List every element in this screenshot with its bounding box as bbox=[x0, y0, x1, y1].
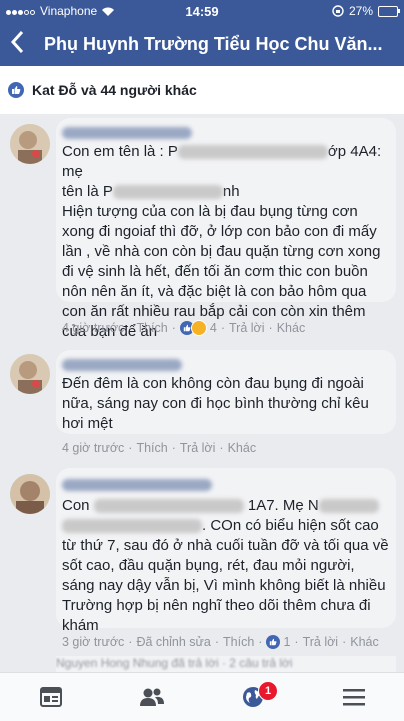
battery-icon bbox=[378, 5, 400, 17]
comment-line: sáng nay dậy vẫn bị, Vì mình không biết … bbox=[62, 577, 386, 594]
reply-preview[interactable]: Nguyen Hong Nhung đã trả lời · 2 câu trả… bbox=[56, 656, 396, 672]
menu-icon bbox=[342, 689, 365, 706]
comment-text: Đến đêm là con không còn đau bụng đi ngo… bbox=[62, 374, 392, 434]
comment-line: Đến đêm là con không còn đau bụng đi ngo… bbox=[62, 375, 364, 392]
chevron-left-icon bbox=[10, 30, 24, 54]
redacted-name bbox=[62, 127, 192, 140]
more-link[interactable]: Khác bbox=[228, 441, 257, 455]
tab-menu[interactable] bbox=[303, 673, 404, 721]
sad-reaction-icon[interactable] bbox=[190, 320, 207, 336]
comment-line: nôn nên ăn ít, và đặc biệt là con bảo hô… bbox=[62, 283, 367, 300]
redacted-name bbox=[62, 359, 182, 372]
comment-line: Hiện tượng của con là bị đau bụng từng c… bbox=[62, 203, 358, 220]
comment-actions: 4 giờ trước · Thích · 4 · Trả lời · Khác bbox=[62, 320, 306, 336]
tab-news-feed[interactable] bbox=[0, 673, 101, 721]
commenter-name[interactable] bbox=[62, 356, 182, 372]
comment-line: . COn có biểu hiện sốt cao bbox=[62, 516, 392, 536]
comment-line: con ăn rất nhiều rau bắp cải con còn xin… bbox=[62, 303, 366, 320]
back-button[interactable] bbox=[10, 30, 24, 58]
comment-line: đi vệ sinh là hết, đến tối ăn cơm thic c… bbox=[62, 263, 368, 280]
reply-link[interactable]: Trả lời bbox=[303, 635, 339, 649]
comment-item: Con 1A7. Mẹ N . COn có biểu hiện sốt cao… bbox=[0, 468, 404, 672]
comment-line: tên là Pnh bbox=[62, 183, 240, 200]
redacted-name bbox=[62, 479, 212, 492]
bottom-tab-bar: 1 bbox=[0, 672, 404, 721]
comment-line: nữa, sáng nay con đi học bình thường chỉ… bbox=[62, 395, 369, 412]
notification-badge: 1 bbox=[258, 681, 278, 701]
more-link[interactable]: Khác bbox=[350, 635, 379, 649]
comment-actions: 3 giờ trước · Đã chỉnh sửa · Thích · 1 ·… bbox=[62, 635, 379, 649]
friends-icon bbox=[139, 688, 164, 706]
commenter-name[interactable] bbox=[62, 476, 212, 492]
like-link[interactable]: Thích bbox=[136, 441, 167, 455]
comment-line: hơi mệt bbox=[62, 415, 113, 432]
comment-line: Con em tên là : Pớp 4A4: mẹ bbox=[62, 143, 382, 180]
comment-line: lần , về nhà con còn bị đau quặn từng cơ… bbox=[62, 243, 381, 260]
comment-item: Đến đêm là con không còn đau bụng đi ngo… bbox=[0, 350, 404, 460]
orientation-lock-icon bbox=[332, 5, 344, 17]
timestamp: 4 giờ trước bbox=[62, 441, 125, 455]
edited-label[interactable]: Đã chỉnh sửa bbox=[136, 635, 210, 649]
status-right: 27% bbox=[332, 4, 400, 18]
comment-text: Con em tên là : Pớp 4A4: mẹ tên là Pnh H… bbox=[62, 142, 392, 342]
likes-summary-text: Kat Đỗ và 44 người khác bbox=[32, 82, 197, 98]
page-title[interactable]: Phụ Huynh Trường Tiểu Học Chu Văn... bbox=[44, 34, 394, 55]
reply-link[interactable]: Trả lời bbox=[229, 321, 265, 335]
tab-friends[interactable] bbox=[101, 673, 202, 721]
reaction-count[interactable]: 4 bbox=[210, 321, 217, 335]
timestamp: 4 giờ trước bbox=[62, 321, 125, 335]
comment-item: Con em tên là : Pớp 4A4: mẹ tên là Pnh H… bbox=[0, 114, 404, 342]
avatar[interactable] bbox=[10, 124, 50, 164]
comment-line: khám bbox=[62, 617, 99, 634]
comment-line: Con 1A7. Mẹ N bbox=[62, 496, 392, 516]
comment-text: Con 1A7. Mẹ N . COn có biểu hiện sốt cao… bbox=[62, 496, 392, 636]
like-icon bbox=[8, 82, 24, 98]
comment-line: sốt cao, đầu quặn bụng, rét, đau mỏi ngư… bbox=[62, 557, 355, 574]
like-link[interactable]: Thích bbox=[136, 321, 167, 335]
comment-line: Trường hợp bị nên nghĩ theo dõi thêm chư… bbox=[62, 597, 371, 614]
commenter-name[interactable] bbox=[62, 124, 192, 140]
news-feed-icon bbox=[39, 687, 62, 707]
comment-line: xong đi ngoiaf thì đỡ, ở lớp con bảo con… bbox=[62, 223, 377, 240]
reply-link[interactable]: Trả lời bbox=[180, 441, 216, 455]
comments-list: Con em tên là : Pớp 4A4: mẹ tên là Pnh H… bbox=[0, 114, 404, 672]
timestamp: 3 giờ trước bbox=[62, 635, 125, 649]
avatar[interactable] bbox=[10, 474, 50, 514]
status-bar: Vinaphone 14:59 27% bbox=[0, 0, 404, 22]
tab-notifications[interactable]: 1 bbox=[202, 673, 303, 721]
like-reaction-icon[interactable] bbox=[266, 635, 281, 649]
group-header: Phụ Huynh Trường Tiểu Học Chu Văn... bbox=[0, 22, 404, 66]
more-link[interactable]: Khác bbox=[277, 321, 306, 335]
battery-percent: 27% bbox=[348, 4, 373, 18]
like-link[interactable]: Thích bbox=[223, 635, 254, 649]
avatar[interactable] bbox=[10, 354, 50, 394]
comment-line: từ thứ 7, sau đó ở nhà cuối tuần đỡ và t… bbox=[62, 537, 389, 554]
likes-summary[interactable]: Kat Đỗ và 44 người khác bbox=[0, 66, 404, 115]
reaction-count[interactable]: 1 bbox=[283, 635, 290, 649]
comment-actions: 4 giờ trước · Thích · Trả lời · Khác bbox=[62, 441, 257, 455]
